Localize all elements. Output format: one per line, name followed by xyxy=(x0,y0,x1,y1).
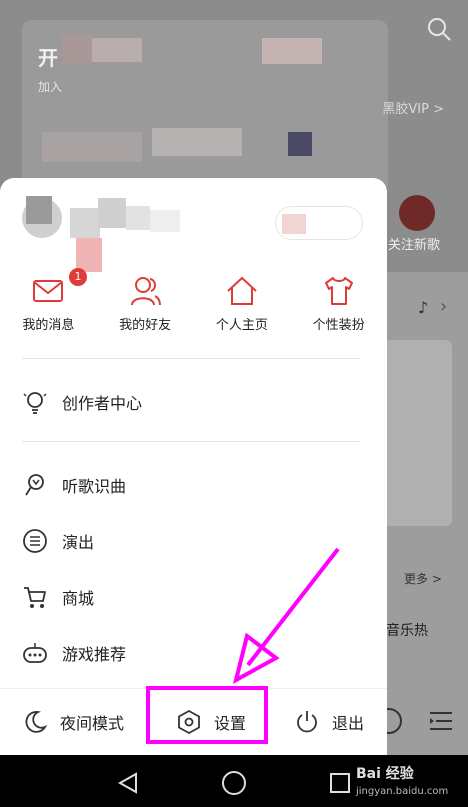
unread-badge: 1 xyxy=(69,268,87,286)
power-icon xyxy=(297,711,317,733)
gamepad-icon xyxy=(23,643,47,663)
recent-apps-icon[interactable] xyxy=(330,773,350,793)
quick-item-label: 我的好友 xyxy=(119,318,172,333)
search-icon[interactable] xyxy=(426,16,452,42)
divider xyxy=(22,441,361,442)
quick-item-label: 我的消息 xyxy=(22,318,75,333)
new-song-icon xyxy=(399,195,435,231)
music-note-icon: ♪ xyxy=(418,298,429,317)
vip-link[interactable]: 黑胶VIP > xyxy=(382,98,444,117)
quick-item-homepage[interactable]: 个人主页 xyxy=(194,274,291,340)
divider xyxy=(22,358,361,359)
playlist-icon[interactable] xyxy=(428,710,454,732)
menu-item-label: 听歌识曲 xyxy=(62,477,127,496)
menu-item-mall[interactable]: 商城 xyxy=(0,575,387,619)
menu-item-song-recognition[interactable]: 听歌识曲 xyxy=(0,463,387,507)
menu-item-game-recommend[interactable]: 游戏推荐 xyxy=(0,631,387,675)
quick-item-label: 个人主页 xyxy=(215,318,268,333)
home-button-icon[interactable] xyxy=(222,771,246,795)
home-icon xyxy=(227,276,257,305)
microphone-icon xyxy=(25,474,44,496)
menu-item-concert[interactable]: 演出 xyxy=(0,519,387,563)
logout-button[interactable]: 退出 xyxy=(294,709,364,735)
follow-new-songs-label[interactable]: 关注新歌 xyxy=(388,234,440,253)
night-mode-button[interactable]: 夜间模式 xyxy=(22,709,124,735)
menu-item-creator-center[interactable]: 创作者中心 xyxy=(0,380,387,424)
quick-item-messages[interactable]: 1 我的消息 xyxy=(0,268,97,340)
hot-music-label: 音乐热 xyxy=(386,623,428,639)
more-link[interactable]: 更多 > xyxy=(404,570,442,587)
quick-item-friends[interactable]: 我的好友 xyxy=(97,274,194,340)
profile-header[interactable] xyxy=(0,178,387,272)
menu-item-label: 游戏推荐 xyxy=(62,645,127,664)
night-mode-label: 夜间模式 xyxy=(60,714,125,733)
quick-item-dressup[interactable]: 个性装扮 xyxy=(290,274,387,340)
annotation-highlight-box xyxy=(146,686,268,744)
watermark-logo: Bai 经验 xyxy=(356,766,414,782)
logout-label: 退出 xyxy=(332,714,365,733)
side-drawer: 1 我的消息 我的好友 个人主页 个性装扮 创作者中心 听歌识曲 演出 商城 游… xyxy=(0,178,387,755)
promo-subtitle: 加入 xyxy=(38,80,63,94)
quick-actions: 1 我的消息 我的好友 个人主页 个性装扮 xyxy=(0,268,387,340)
vip-promo-card[interactable]: 开 加入 xyxy=(22,20,388,192)
moon-icon xyxy=(25,711,48,733)
menu-item-label: 商城 xyxy=(62,589,95,608)
chevron-right-icon: › xyxy=(440,296,448,317)
menu-item-label: 演出 xyxy=(62,533,95,552)
menu-item-label: 创作者中心 xyxy=(62,394,143,413)
quick-item-label: 个性装扮 xyxy=(312,318,365,333)
promo-title: 开 xyxy=(38,46,58,70)
lightbulb-icon xyxy=(23,392,47,414)
friends-icon xyxy=(131,277,162,306)
ticket-icon xyxy=(23,529,47,553)
back-icon[interactable] xyxy=(116,771,140,795)
watermark-url: jingyan.baidu.com xyxy=(356,786,449,797)
tshirt-icon xyxy=(324,277,353,305)
shopping-cart-icon xyxy=(24,587,46,608)
background-content-block xyxy=(376,340,452,526)
mail-icon xyxy=(33,280,64,302)
